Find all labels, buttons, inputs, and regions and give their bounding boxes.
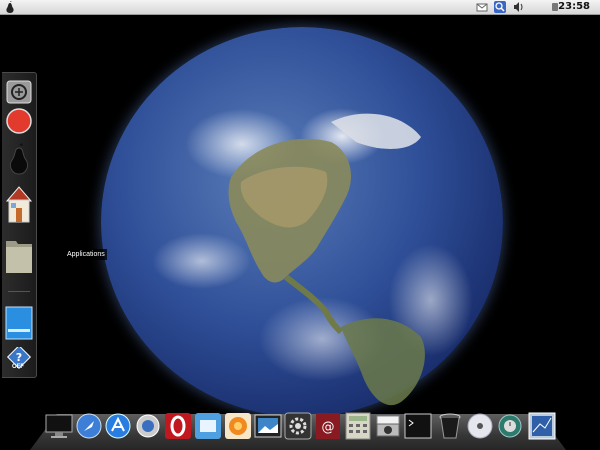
opera-icon[interactable] bbox=[164, 412, 192, 440]
trash-icon[interactable] bbox=[436, 412, 464, 440]
clock[interactable]: 23:58 bbox=[558, 0, 590, 14]
applications-tooltip: Applications bbox=[65, 249, 107, 260]
pear-icon[interactable] bbox=[5, 143, 33, 175]
night-mode-icon[interactable] bbox=[533, 1, 543, 13]
home-icon[interactable] bbox=[5, 181, 33, 225]
dvd-icon[interactable] bbox=[466, 412, 494, 440]
settings-icon[interactable] bbox=[284, 412, 312, 440]
monitor-icon[interactable] bbox=[45, 412, 73, 440]
app-store-icon[interactable] bbox=[104, 412, 132, 440]
sidebar-divider bbox=[8, 291, 30, 292]
network-icon[interactable] bbox=[134, 412, 162, 440]
terminal-icon[interactable] bbox=[404, 412, 432, 440]
search-icon[interactable] bbox=[494, 1, 506, 13]
system-monitor-icon[interactable] bbox=[528, 412, 556, 440]
pear-logo-icon[interactable] bbox=[5, 1, 15, 13]
camera-icon[interactable] bbox=[374, 412, 402, 440]
mail-icon[interactable] bbox=[476, 1, 488, 13]
time-machine-icon[interactable] bbox=[496, 412, 524, 440]
folder-icon[interactable] bbox=[5, 233, 33, 277]
mail-at-icon[interactable]: @ bbox=[314, 412, 342, 440]
earth-wallpaper bbox=[101, 27, 503, 417]
preview-icon[interactable] bbox=[194, 412, 222, 440]
photo-icon[interactable] bbox=[254, 412, 282, 440]
help-icon-label: OFF bbox=[12, 364, 24, 370]
svg-text:@: @ bbox=[322, 420, 335, 435]
rocket-icon[interactable] bbox=[75, 412, 103, 440]
record-icon[interactable] bbox=[5, 107, 33, 135]
blue-drive-icon[interactable] bbox=[5, 305, 33, 341]
help-icon[interactable]: ? bbox=[5, 347, 33, 375]
top-menu-bar: 23:58 bbox=[0, 0, 600, 15]
calculator-icon[interactable] bbox=[344, 412, 372, 440]
sync-icon[interactable] bbox=[5, 80, 33, 104]
left-launcher-bar: ? OFF bbox=[2, 72, 37, 378]
volume-icon[interactable] bbox=[513, 1, 525, 13]
svg-text:?: ? bbox=[16, 351, 22, 364]
sunflower-icon[interactable] bbox=[224, 412, 252, 440]
